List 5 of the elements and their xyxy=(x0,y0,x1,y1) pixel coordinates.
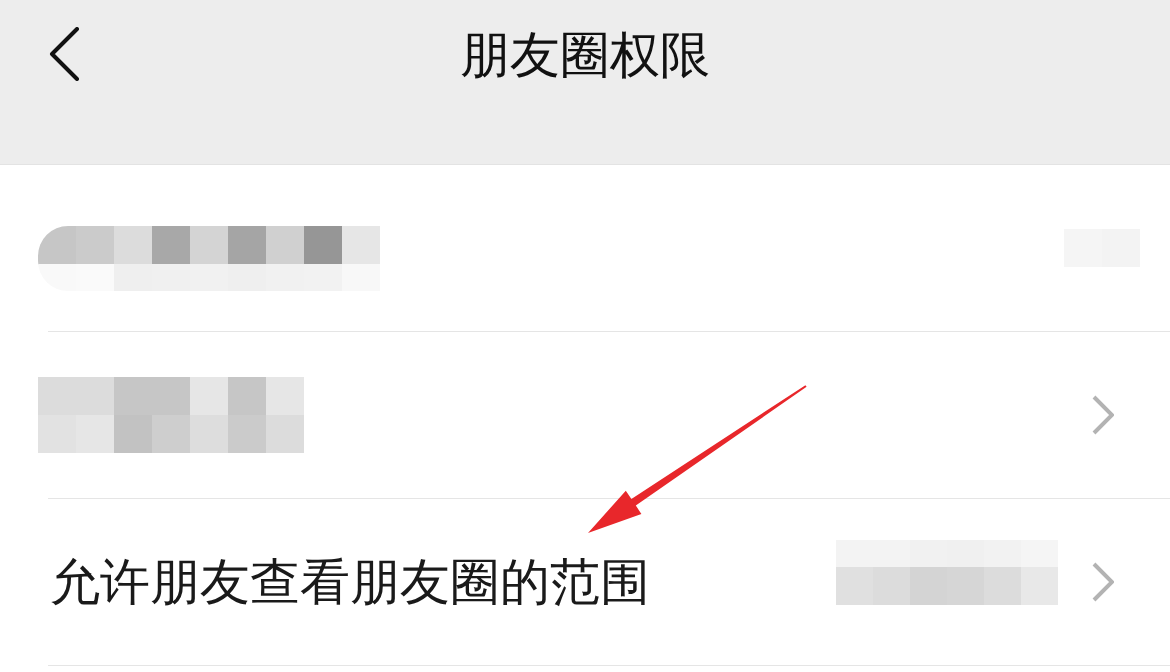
back-icon xyxy=(48,27,80,81)
page-title: 朋友圈权限 xyxy=(460,25,710,86)
settings-row[interactable]: 允许朋友查看朋友圈的范围 xyxy=(48,499,1170,666)
back-button[interactable] xyxy=(48,27,80,81)
row-label: 允许朋友查看朋友圈的范围 xyxy=(50,552,650,612)
